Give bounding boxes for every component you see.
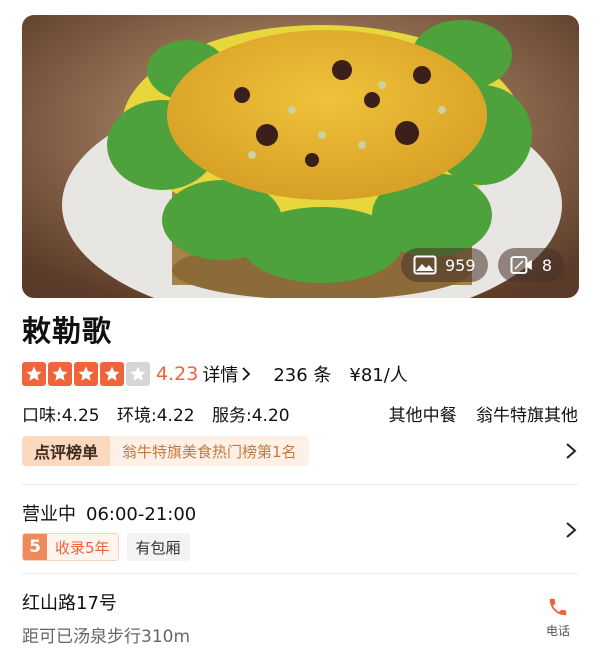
ranking-banner[interactable]: 点评榜单 翁牛特旗美食热门榜第1名	[22, 436, 309, 466]
food-photo-illustration	[22, 15, 579, 298]
hero-photo[interactable]	[22, 15, 579, 298]
image-icon	[413, 255, 437, 275]
divider	[22, 573, 578, 574]
phone-icon	[549, 598, 567, 616]
ranking-text: 翁牛特旗美食热门榜第1名	[122, 442, 297, 461]
open-status: 营业中	[22, 504, 76, 525]
video-count-button[interactable]: 8	[498, 248, 564, 282]
star-icon	[22, 362, 46, 386]
area-label: 翁牛特旗其他	[476, 406, 578, 426]
rating-row[interactable]: 4.23 详情 236 条 ¥81/人	[22, 362, 408, 386]
star-rating	[22, 362, 150, 386]
category-label: 其他中餐	[388, 406, 457, 426]
video-icon	[510, 256, 532, 274]
environment-score: 环境:4.22	[117, 406, 195, 426]
star-icon	[100, 362, 124, 386]
star-icon	[48, 362, 72, 386]
address[interactable]: 红山路17号	[22, 589, 117, 615]
average-price: ¥81/人	[349, 365, 408, 386]
chevron-right-icon	[242, 367, 251, 381]
review-count: 236 条	[273, 365, 332, 386]
ranking-badge: 点评榜单	[22, 436, 111, 466]
private-room-tag: 有包厢	[126, 533, 190, 561]
star-empty-icon	[126, 362, 150, 386]
years-listed-tag: 5 收录5年	[22, 533, 119, 561]
rating-score: 4.23	[156, 363, 199, 385]
chevron-right-icon[interactable]	[564, 520, 578, 540]
distance: 距可已汤泉步行310m	[22, 627, 191, 647]
taste-score: 口味:4.25	[22, 406, 100, 426]
phone-button[interactable]: 电话	[538, 596, 578, 639]
business-hours[interactable]: 营业中 06:00-21:00	[22, 500, 206, 526]
video-count: 8	[541, 255, 552, 275]
years-label: 收录5年	[47, 534, 118, 560]
rating-detail-link[interactable]: 详情	[202, 361, 238, 387]
years-number: 5	[23, 534, 47, 560]
open-time: 06:00-21:00	[86, 504, 197, 525]
subscore-row: 口味:4.25 环境:4.22 服务:4.20 其他中餐 翁牛特旗其他	[22, 401, 578, 426]
photo-count-button[interactable]: 959	[401, 248, 488, 282]
chevron-right-icon[interactable]	[564, 441, 578, 461]
tag-list: 5 收录5年 有包厢	[22, 533, 190, 561]
photo-count: 959	[445, 255, 476, 275]
divider	[22, 484, 578, 485]
phone-label: 电话	[545, 624, 570, 638]
star-icon	[74, 362, 98, 386]
shop-name: 敕勒歌	[22, 314, 113, 348]
service-score: 服务:4.20	[212, 406, 290, 426]
